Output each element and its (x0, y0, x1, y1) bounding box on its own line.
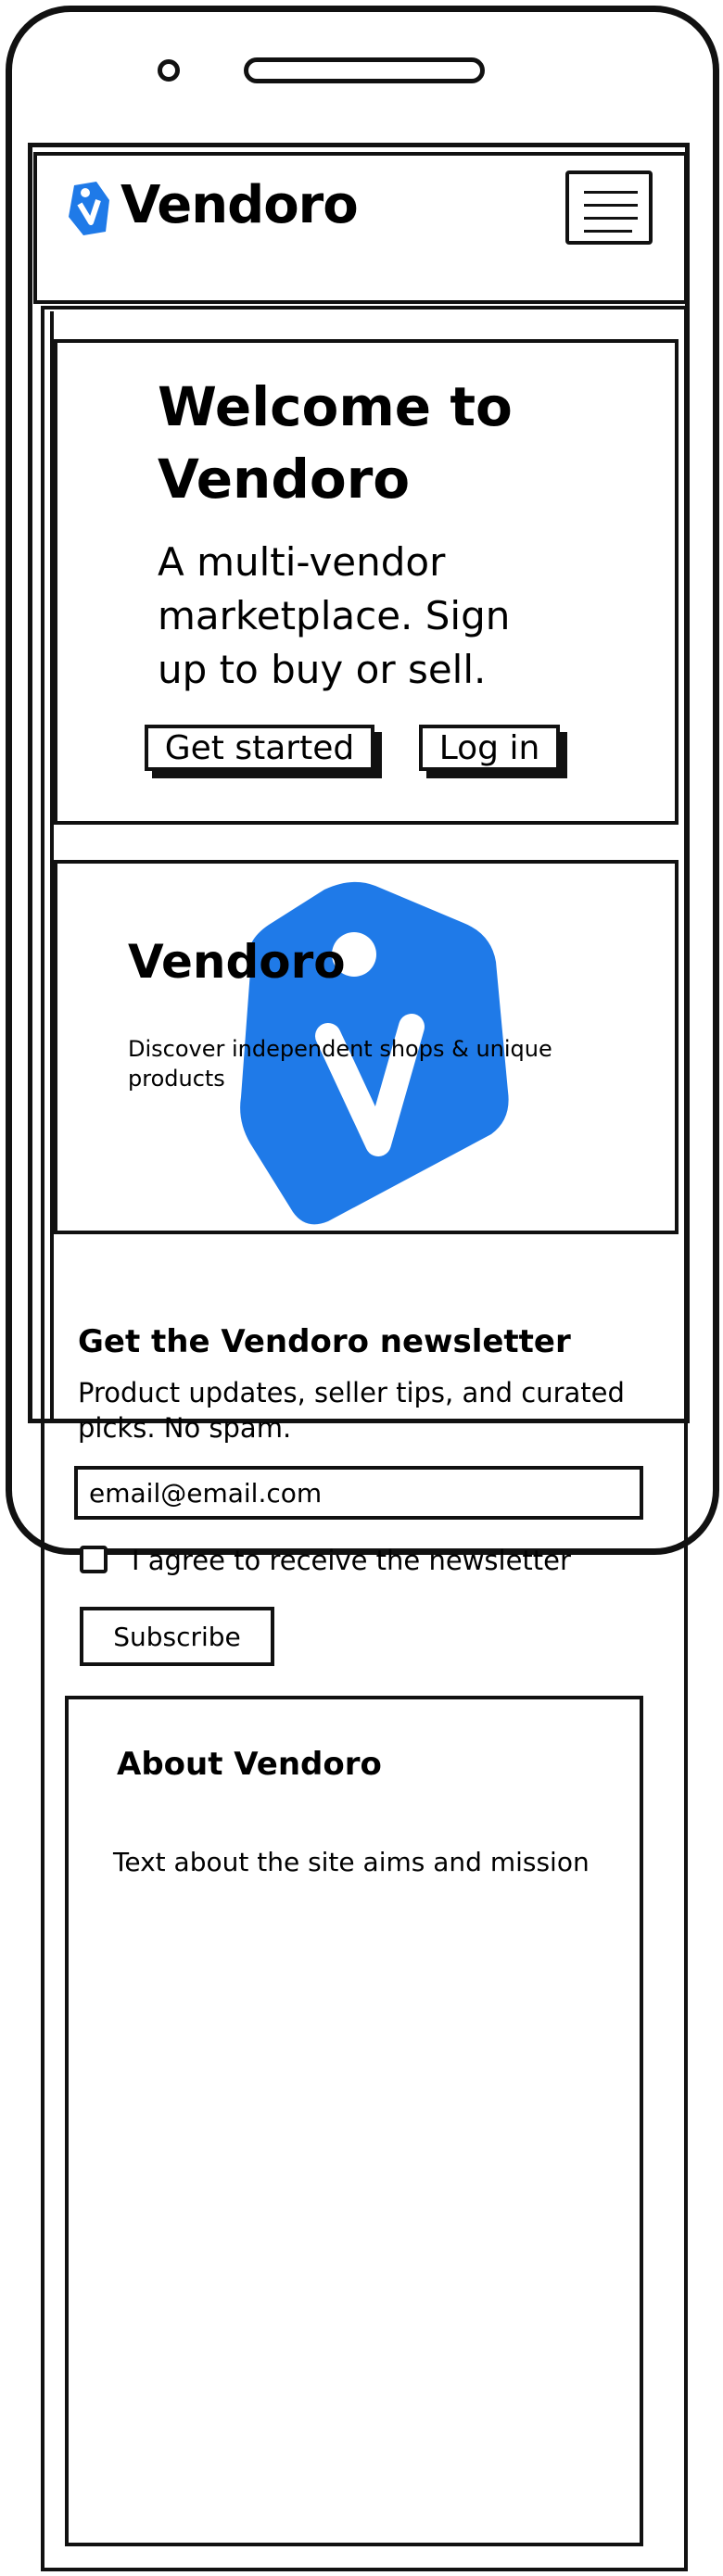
hero-title: Welcome to Vendoro (158, 375, 513, 511)
about-text: Text about the site aims and mission (113, 1847, 590, 1877)
subscribe-button[interactable]: Subscribe (80, 1607, 274, 1666)
agree-checkbox[interactable] (80, 1546, 108, 1573)
promo-subtitle: Discover independent shops & unique prod… (128, 1036, 552, 1092)
newsletter-description: Product updates, seller tips, and curate… (78, 1377, 625, 1444)
speaker-slot (244, 57, 485, 83)
agree-label[interactable]: I agree to receive the newsletter (132, 1540, 571, 1581)
camera-dot (158, 59, 180, 82)
hamburger-menu-icon[interactable] (565, 170, 653, 245)
get-started-button[interactable]: Get started (145, 725, 374, 771)
about-title: About Vendoro (117, 1746, 382, 1783)
email-field[interactable] (74, 1466, 643, 1520)
promo-title: Vendoro (128, 935, 346, 989)
brand-name[interactable]: Vendoro (120, 167, 359, 245)
log-in-button[interactable]: Log in (419, 725, 560, 771)
about-card (65, 1696, 643, 2546)
tag-v-icon[interactable] (65, 180, 113, 237)
newsletter-title: Get the Vendoro newsletter (78, 1323, 571, 1360)
hero-subtitle: A multi-vendor marketplace. Sign up to b… (158, 539, 511, 692)
